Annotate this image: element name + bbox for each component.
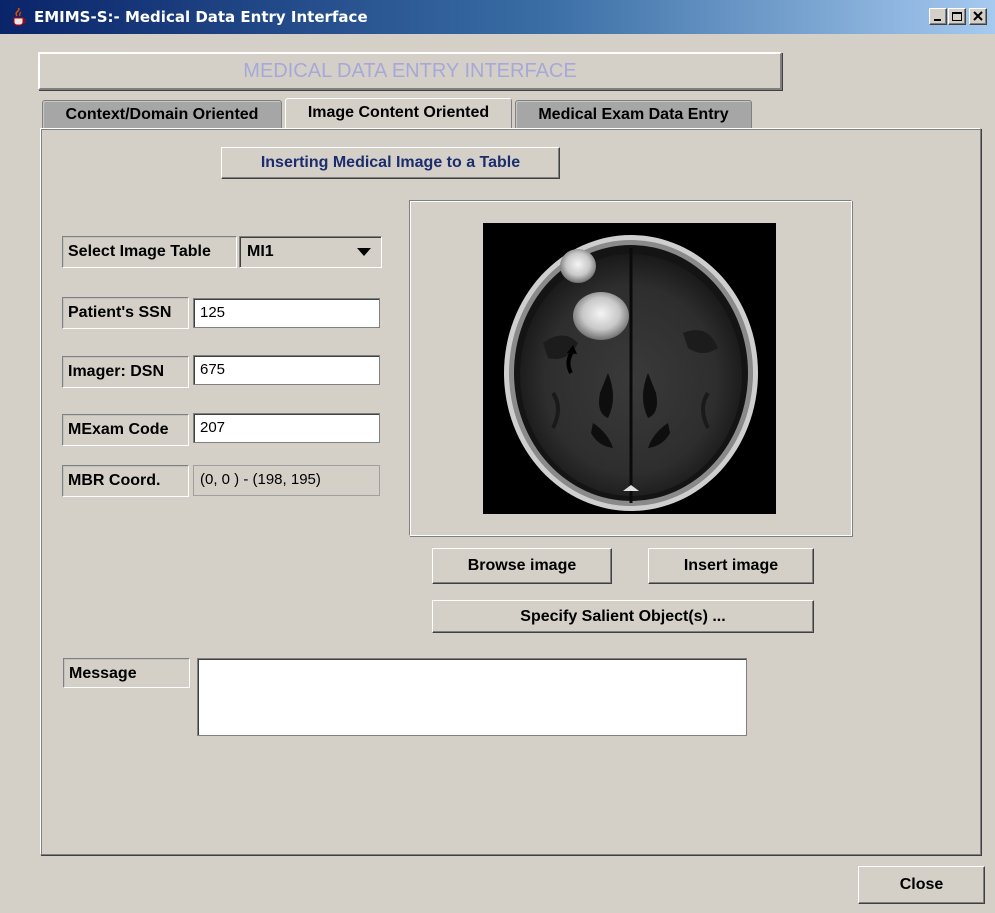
close-icon[interactable]	[969, 8, 987, 25]
patient-ssn-field[interactable]: 125	[193, 298, 380, 328]
maximize-icon[interactable]	[948, 8, 966, 25]
select-image-table-label: Select Image Table	[62, 236, 237, 268]
message-area[interactable]	[197, 658, 747, 736]
minimize-icon[interactable]	[929, 8, 947, 25]
insert-image-button[interactable]: Insert image	[648, 548, 814, 584]
mexam-code-field[interactable]: 207	[193, 413, 380, 443]
imager-dsn-field[interactable]: 675	[193, 355, 380, 385]
image-table-select[interactable]: MI1	[239, 236, 382, 268]
message-label: Message	[63, 658, 190, 688]
image-table-value: MI1	[247, 243, 274, 260]
patient-ssn-label: Patient's SSN	[62, 297, 189, 329]
window-title: EMIMS-S:- Medical Data Entry Interface	[34, 8, 368, 26]
insert-image-to-table-button[interactable]: Inserting Medical Image to a Table	[221, 147, 560, 179]
tab-image-content[interactable]: Image Content Oriented	[285, 98, 512, 128]
java-cup-icon	[10, 7, 28, 26]
browse-image-button[interactable]: Browse image	[432, 548, 612, 584]
mexam-code-label: MExam Code	[62, 414, 189, 446]
mri-brain-image	[483, 223, 776, 514]
tab-context-domain[interactable]: Context/Domain Oriented	[42, 100, 282, 128]
close-button[interactable]: Close	[858, 866, 985, 904]
mbr-coord-field: (0, 0 ) - (198, 195)	[193, 465, 380, 496]
specify-salient-objects-button[interactable]: Specify Salient Object(s) ...	[432, 600, 814, 633]
mbr-coord-label: MBR Coord.	[62, 465, 189, 497]
tab-medical-exam[interactable]: Medical Exam Data Entry	[515, 100, 752, 128]
chevron-down-icon	[357, 248, 371, 256]
header-banner: MEDICAL DATA ENTRY INTERFACE	[38, 52, 782, 90]
imager-dsn-label: Imager: DSN	[62, 356, 189, 388]
